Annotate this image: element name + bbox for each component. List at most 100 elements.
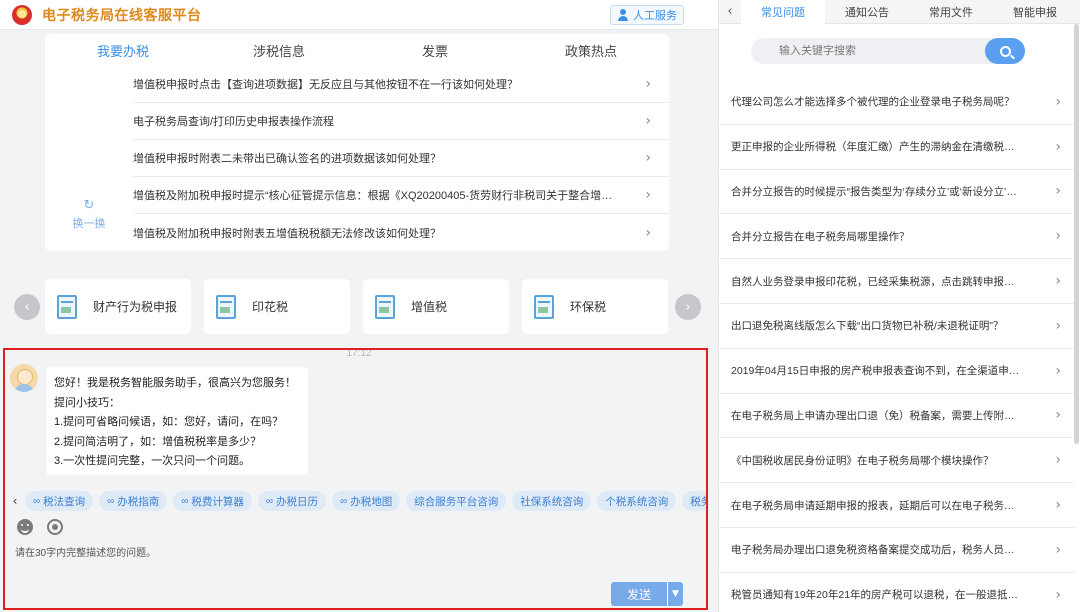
tab-tax-info[interactable]: 涉税信息 bbox=[201, 34, 357, 66]
faq-item[interactable]: 更正申报的企业所得税（年度汇缴）产生的滞纳金在清缴税款时没有显示 › bbox=[719, 125, 1075, 170]
quick-chip[interactable]: 综合服务平台咨询 bbox=[406, 491, 507, 511]
category-label: 财产行为税申报 bbox=[93, 300, 178, 314]
question-tabs: 我要办税 涉税信息 发票 政策热点 bbox=[45, 34, 669, 66]
refresh-label: 换一换 bbox=[72, 218, 106, 230]
tab-common-files[interactable]: 常用文件 bbox=[909, 0, 993, 24]
tab-smart-filing[interactable]: 智能申报 bbox=[993, 0, 1077, 24]
question-text: 增值税及附加税申报时附表五增值税税额无法修改该如何处理？ bbox=[133, 227, 441, 240]
faq-text: 合并分立报告在电子税务局哪里操作？ bbox=[731, 230, 910, 243]
chevron-right-icon: › bbox=[1055, 362, 1061, 379]
quick-chip[interactable]: ∞ 办税指南 bbox=[99, 491, 168, 511]
search-button[interactable] bbox=[985, 38, 1025, 64]
quick-chip[interactable]: 个税系统咨询 bbox=[597, 491, 677, 511]
faq-item[interactable]: 在电子税务局上申请办理出口退（免）税备案，需要上传附送资料 › bbox=[719, 394, 1075, 439]
category-label: 印花税 bbox=[252, 300, 289, 314]
chat-panel: 您好！我是税务智能服务助手，很高兴为您服务！ 提问小技巧： 1.提问可省略问候语… bbox=[3, 348, 708, 610]
faq-item[interactable]: 代理公司怎么才能选择多个被代理的企业登录电子税务局呢？ › bbox=[719, 80, 1075, 125]
human-service-button[interactable]: 人工服务 bbox=[610, 5, 684, 25]
tax-emblem-icon bbox=[12, 4, 32, 25]
tab-policy-hotspot[interactable]: 政策热点 bbox=[513, 34, 669, 66]
link-icon: ∞ bbox=[340, 495, 348, 507]
tax-form-icon bbox=[216, 294, 236, 319]
faq-search bbox=[751, 38, 1025, 64]
chevron-right-icon: › bbox=[1055, 407, 1061, 424]
tips-title: 提问小技巧： bbox=[54, 396, 120, 409]
search-input[interactable] bbox=[751, 38, 985, 64]
category-card-vat[interactable]: 增值税 bbox=[363, 279, 509, 334]
quick-chip[interactable]: ∞ 办税日历 bbox=[257, 491, 327, 511]
assistant-message-bubble: 您好！我是税务智能服务助手，很高兴为您服务！ 提问小技巧： 1.提问可省略问候语… bbox=[46, 367, 308, 475]
tabs-prev-arrow[interactable]: ‹ bbox=[719, 4, 741, 19]
chip-label: 个税系统咨询 bbox=[605, 495, 669, 508]
chip-label: 综合服务平台咨询 bbox=[414, 495, 499, 508]
chip-scroll-left-button[interactable]: ‹ bbox=[5, 494, 25, 508]
link-icon: ∞ bbox=[181, 495, 189, 507]
faq-text: 在电子税务局上申请办理出口退（免）税备案，需要上传附送资料 bbox=[731, 409, 1023, 422]
category-card-stamp-tax[interactable]: 印花税 bbox=[204, 279, 350, 334]
category-card-property-tax[interactable]: 财产行为税申报 bbox=[45, 279, 191, 334]
quick-chip[interactable]: ∞ 办税地图 bbox=[332, 491, 401, 511]
tab-invoice[interactable]: 发票 bbox=[357, 34, 513, 66]
link-icon: ∞ bbox=[33, 495, 41, 507]
link-icon: ∞ bbox=[265, 495, 274, 507]
chevron-right-icon: › bbox=[645, 113, 651, 129]
send-options-dropdown[interactable]: ▼ bbox=[667, 582, 683, 606]
faq-item[interactable]: 税管员通知有19年20年21年的房产税可以退税，在一般退抵税理-误收 › bbox=[719, 573, 1075, 612]
faq-item[interactable]: 电子税务局办理出口退免税资格备案提交成功后，税务人员在审核 › bbox=[719, 528, 1075, 573]
quick-chip[interactable]: 社保系统咨询 bbox=[512, 491, 592, 511]
faq-text: 出口退免税离线版怎么下载“出口货物已补税/未退税证明”？ bbox=[731, 320, 1004, 333]
chevron-right-icon: › bbox=[1055, 541, 1061, 558]
carousel-next-button[interactable]: › bbox=[675, 294, 701, 320]
tax-form-icon bbox=[534, 294, 554, 319]
faq-text: 自然人业务登录申报印花税，已经采集税源，点击跳转申报时候不显示 bbox=[731, 275, 1023, 288]
tab-faq[interactable]: 常见问题 bbox=[741, 0, 825, 24]
tip-line: 2.提问简洁明了，如：增值税税率是多少？ bbox=[54, 435, 262, 448]
emoji-icon[interactable] bbox=[17, 519, 33, 535]
faq-text: 电子税务局办理出口退免税资格备案提交成功后，税务人员在审核 bbox=[731, 544, 1023, 557]
question-item[interactable]: 增值税申报时附表二未带出已确认签名的进项数据该如何处理？ › bbox=[133, 140, 669, 177]
question-item[interactable]: 增值税及附加税申报时附表五增值税税额无法修改该如何处理？ › bbox=[133, 214, 669, 251]
category-card-env-tax[interactable]: 环保税 bbox=[522, 279, 668, 334]
chevron-right-icon: › bbox=[645, 187, 651, 203]
quick-chip[interactable]: 税务U bbox=[682, 491, 706, 511]
chip-label: 税务U bbox=[690, 495, 706, 508]
faq-text: 合并分立报告的时候提示“报告类型为‘存续分立’或‘新设分立’的，合并分立 bbox=[731, 185, 1023, 198]
tip-line: 1.提问可省略问候语，如：您好，请问，在吗？ bbox=[54, 416, 284, 428]
quick-chip[interactable]: ∞ 税费计算器 bbox=[173, 491, 252, 511]
faq-item[interactable]: 2019年04月15日申报的房产税申报表查询不到，在全渠道申报中查询 › bbox=[719, 349, 1075, 394]
quick-chip-row: ‹ ∞ 税法查询 ∞ 办税指南 ∞ 税费计算器 ∞ 办税日历 ∞ 办税地图 综合服务平台咨询 社保系统… bbox=[5, 489, 706, 513]
right-panel-tabs: ‹ 常见问题 通知公告 常用文件 智能申报 bbox=[719, 0, 1080, 24]
input-toolbar bbox=[17, 519, 63, 535]
question-item[interactable]: 增值税申报时点击【查询进项数据】无反应且与其他按钮不在一行该如何处理？ › bbox=[133, 66, 669, 103]
chip-label: 税费计算器 bbox=[191, 495, 244, 508]
faq-item[interactable]: 自然人业务登录申报印花税，已经采集税源，点击跳转申报时候不显示 › bbox=[719, 259, 1075, 304]
chevron-right-icon: › bbox=[1055, 497, 1061, 514]
customer-service-icon[interactable] bbox=[47, 519, 63, 535]
chevron-right-icon: › bbox=[1055, 138, 1061, 155]
question-list: 增值税申报时点击【查询进项数据】无反应且与其他按钮不在一行该如何处理？ › 电子税… bbox=[133, 66, 669, 251]
link-icon: ∞ bbox=[107, 495, 115, 507]
agent-person-icon bbox=[617, 9, 629, 21]
faq-item[interactable]: 《中国税收居民身份证明》在电子税务局哪个模块操作？ › bbox=[719, 438, 1075, 484]
chevron-right-icon: › bbox=[1055, 228, 1061, 245]
quick-chip[interactable]: ∞ 税法查询 bbox=[25, 491, 94, 511]
tab-tax-handling[interactable]: 我要办税 bbox=[45, 34, 201, 66]
chevron-right-icon: › bbox=[1055, 452, 1061, 469]
send-button[interactable]: 发送 bbox=[611, 582, 667, 606]
faq-scrollbar[interactable] bbox=[1074, 24, 1079, 444]
chat-input[interactable]: 请在30字内完整描述您的问题。 bbox=[15, 544, 156, 559]
carousel-prev-button[interactable]: ‹ bbox=[14, 294, 40, 320]
question-item[interactable]: 电子税务局查询/打印历史申报表操作流程 › bbox=[133, 103, 669, 140]
faq-item[interactable]: 出口退免税离线版怎么下载“出口货物已补税/未退税证明”？ › bbox=[719, 304, 1075, 349]
refresh-button[interactable]: ↻ 换一换 bbox=[45, 66, 133, 251]
faq-item[interactable]: 合并分立报告的时候提示“报告类型为‘存续分立’或‘新设分立’的，合并分立 › bbox=[719, 170, 1075, 215]
chip-label: 办税地图 bbox=[350, 495, 393, 508]
chevron-right-icon: › bbox=[645, 76, 651, 92]
tab-notices[interactable]: 通知公告 bbox=[825, 0, 909, 24]
question-item[interactable]: 增值税及附加税申报时提示“核心征管提示信息：根据《XQ20200405-货劳财行… bbox=[133, 177, 669, 214]
chevron-right-icon: › bbox=[1055, 586, 1061, 603]
question-text: 增值税申报时点击【查询进项数据】无反应且与其他按钮不在一行该如何处理？ bbox=[133, 79, 518, 91]
faq-item[interactable]: 在电子税务局申请延期申报的报表，延期后可以在电子税务局上申报 › bbox=[719, 483, 1075, 528]
greeting-line: 您好！我是税务智能服务助手，很高兴为您服务！ bbox=[54, 377, 296, 389]
faq-item[interactable]: 合并分立报告在电子税务局哪里操作？ › bbox=[719, 214, 1075, 260]
